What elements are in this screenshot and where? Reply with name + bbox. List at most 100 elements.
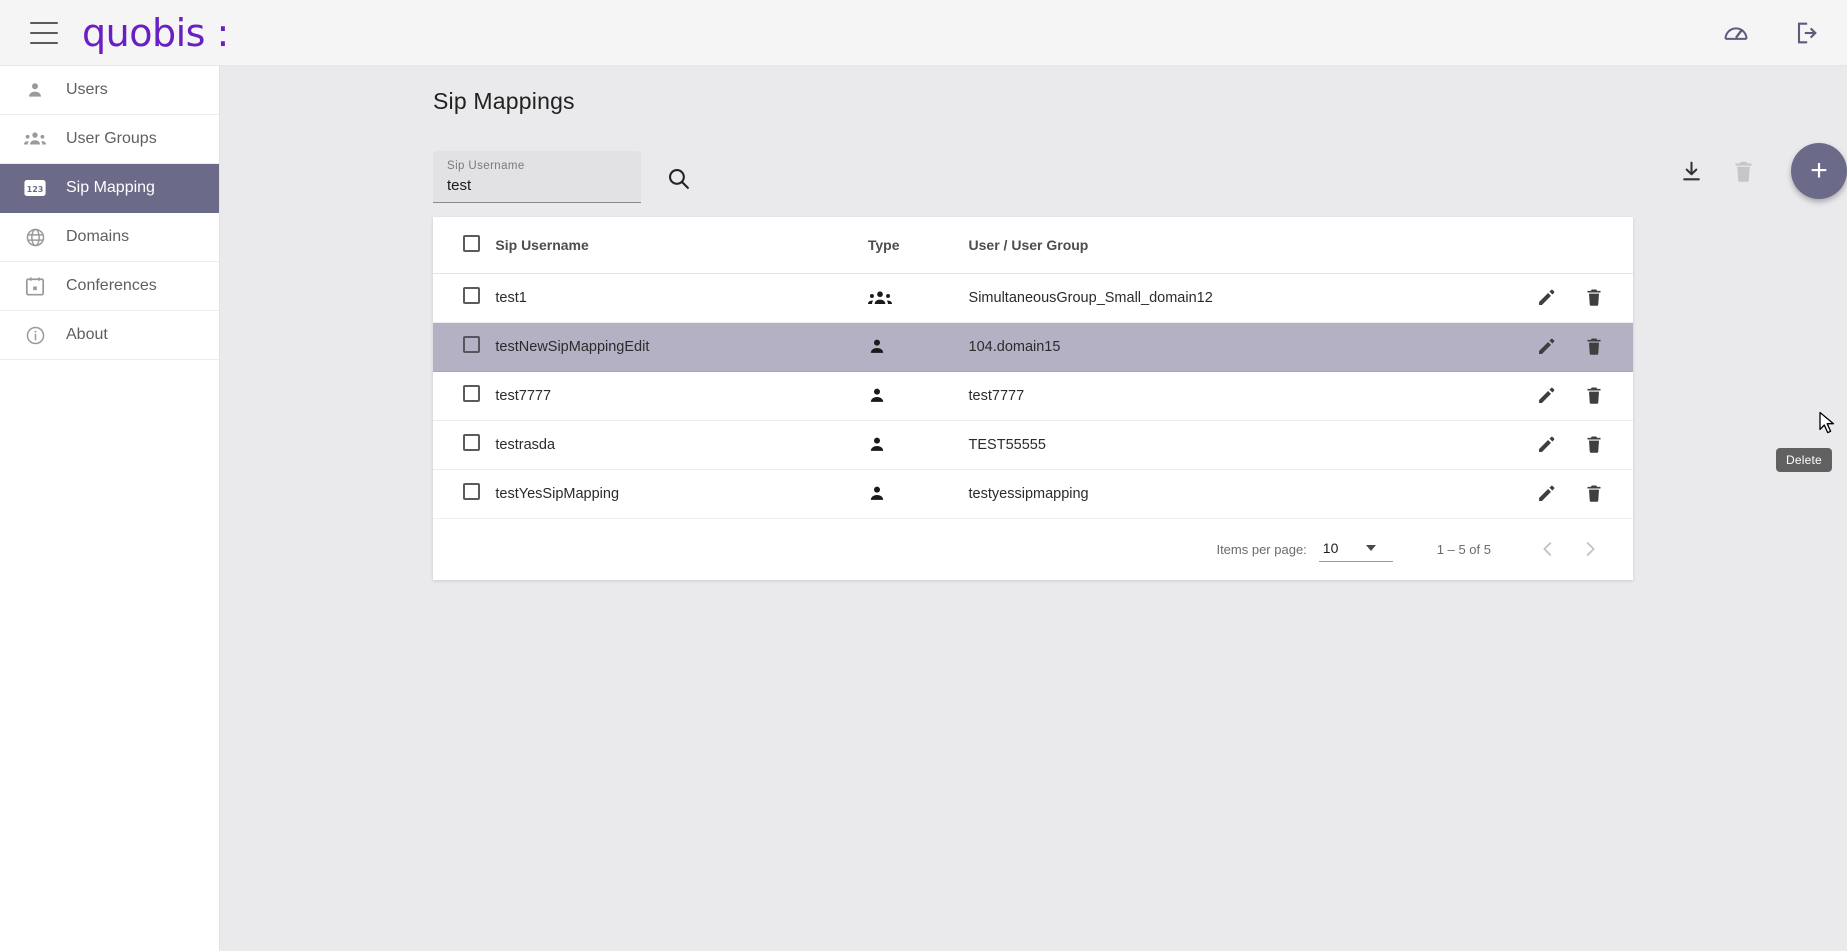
person-icon <box>868 484 969 503</box>
row-checkbox[interactable] <box>463 434 480 451</box>
row-checkbox[interactable] <box>463 483 480 500</box>
cell-actions <box>1401 420 1633 470</box>
delete-icon[interactable] <box>1583 385 1605 407</box>
sidebar-item-label: Users <box>66 81 108 98</box>
edit-icon[interactable] <box>1535 336 1557 358</box>
delete-icon[interactable] <box>1583 483 1605 505</box>
sidebar-item-conferences[interactable]: Conferences <box>0 262 219 311</box>
bulk-delete-icon[interactable] <box>1717 145 1769 197</box>
row-actions <box>1401 421 1633 469</box>
items-per-page-select[interactable]: 10 <box>1318 536 1393 562</box>
table-header-row: Sip Username Type User / User Group <box>433 217 1633 274</box>
cell-user-group: testyessipmapping <box>968 485 1089 502</box>
cell-type <box>867 371 969 421</box>
logout-icon[interactable] <box>1791 18 1821 48</box>
next-page-button[interactable] <box>1569 528 1611 570</box>
dashboard-icon[interactable] <box>1721 18 1751 48</box>
delete-icon[interactable] <box>1583 336 1605 358</box>
page-wrapper: Sip Mappings Sip Username test + Sip Use… <box>220 66 1847 580</box>
hamburger-icon[interactable] <box>30 21 60 44</box>
sidebar-item-label: Conferences <box>66 277 157 294</box>
sip-mappings-card: Sip Username Type User / User Group test… <box>433 217 1633 580</box>
app-root: quobis : Users User Groups 123 Sip Mappi… <box>0 0 1847 951</box>
sidebar-item-label: User Groups <box>66 130 157 147</box>
page-title: Sip Mappings <box>433 88 575 114</box>
edit-icon[interactable] <box>1535 385 1557 407</box>
person-icon <box>868 337 969 356</box>
sidebar-item-label: About <box>66 326 108 343</box>
row-actions <box>1401 470 1633 518</box>
group-icon <box>867 289 969 307</box>
top-app-bar: quobis : <box>0 0 1847 66</box>
person-icon <box>868 435 969 454</box>
cell-type <box>867 273 969 323</box>
search-icon[interactable] <box>665 165 691 191</box>
download-icon[interactable] <box>1665 145 1717 197</box>
header-user-group[interactable]: User / User Group <box>968 217 1402 274</box>
cell-type <box>867 322 969 372</box>
body-split: Users User Groups 123 Sip Mapping Domain… <box>0 66 1847 951</box>
person-icon <box>24 79 46 101</box>
edit-icon[interactable] <box>1535 434 1557 456</box>
content-area: Sip Mappings Sip Username test + Sip Use… <box>220 66 1847 951</box>
cell-actions <box>1401 469 1633 518</box>
add-sip-mapping-button[interactable]: + <box>1791 143 1847 199</box>
edit-icon[interactable] <box>1535 483 1557 505</box>
page-range-label: 1 – 5 of 5 <box>1436 541 1491 557</box>
sidebar-item-about[interactable]: About <box>0 311 219 360</box>
sip-username-label: Sip Username <box>447 160 525 173</box>
sidebar-item-user-groups[interactable]: User Groups <box>0 115 219 164</box>
table-row[interactable]: testYesSipMapping testyessipmapping <box>433 469 1633 518</box>
row-checkbox[interactable] <box>463 336 480 353</box>
chevron-down-icon <box>1366 545 1377 551</box>
delete-icon[interactable] <box>1583 434 1605 456</box>
row-checkbox[interactable] <box>463 385 480 402</box>
svg-text:123: 123 <box>27 185 44 194</box>
sip-mappings-table: Sip Username Type User / User Group test… <box>433 217 1633 518</box>
table-head: Sip Username Type User / User Group <box>433 217 1633 274</box>
sidebar-item-label: Sip Mapping <box>66 179 155 196</box>
sidebar-item-users[interactable]: Users <box>0 66 219 115</box>
calendar-icon <box>24 275 46 297</box>
sidebar-item-label: Domains <box>66 228 130 245</box>
table-row[interactable]: test1 SimultaneousGroup_Small_domain12 <box>433 273 1633 323</box>
header-sip-username[interactable]: Sip Username <box>495 217 868 274</box>
sidebar-item-sip-mapping[interactable]: 123 Sip Mapping <box>0 164 219 213</box>
table-row[interactable]: testNewSipMappingEdit 104.domain15 <box>433 322 1633 372</box>
cell-actions <box>1401 322 1633 372</box>
cell-user-group: test7777 <box>968 371 1402 421</box>
cell-actions <box>1401 273 1633 323</box>
select-all-checkbox[interactable] <box>463 234 480 252</box>
topbar-actions <box>1721 18 1821 48</box>
123-icon: 123 <box>24 177 46 199</box>
header-type[interactable]: Type <box>867 217 969 274</box>
cell-sip-username: test1 <box>495 273 868 323</box>
cell-user-group: SimultaneousGroup_Small_domain12 <box>968 273 1402 323</box>
cell-type <box>867 420 969 470</box>
table-body: test1 SimultaneousGroup_Small_domain12 t… <box>433 273 1633 518</box>
row-select-cell <box>433 420 496 470</box>
cell-sip-username: test7777 <box>495 371 868 421</box>
sip-username-field[interactable]: Sip Username test <box>433 151 641 203</box>
row-checkbox[interactable] <box>463 287 480 304</box>
brand-logo: quobis : <box>82 10 229 55</box>
globe-icon <box>24 226 46 248</box>
cell-sip-username: testNewSipMappingEdit <box>495 322 868 372</box>
cell-user-group: TEST55555 <box>968 420 1402 470</box>
search-row: Sip Username test + <box>433 125 1847 203</box>
delete-icon[interactable] <box>1583 287 1605 309</box>
table-row[interactable]: test7777 test7777 <box>433 371 1633 421</box>
info-icon <box>24 324 46 346</box>
sidebar: Users User Groups 123 Sip Mapping Domain… <box>0 66 220 951</box>
cell-sip-username: testrasda <box>495 420 868 470</box>
edit-icon[interactable] <box>1535 287 1557 309</box>
sip-username-input[interactable]: test <box>447 177 627 195</box>
sidebar-item-domains[interactable]: Domains <box>0 213 219 262</box>
row-select-cell <box>433 469 495 518</box>
previous-page-button[interactable] <box>1527 528 1569 570</box>
row-select-cell <box>433 322 496 372</box>
table-toolbar: + <box>1665 143 1847 199</box>
table-row[interactable]: testrasda TEST55555 <box>433 420 1633 470</box>
cell-type <box>868 469 969 518</box>
cell-sip-username: testYesSipMapping <box>495 485 620 502</box>
